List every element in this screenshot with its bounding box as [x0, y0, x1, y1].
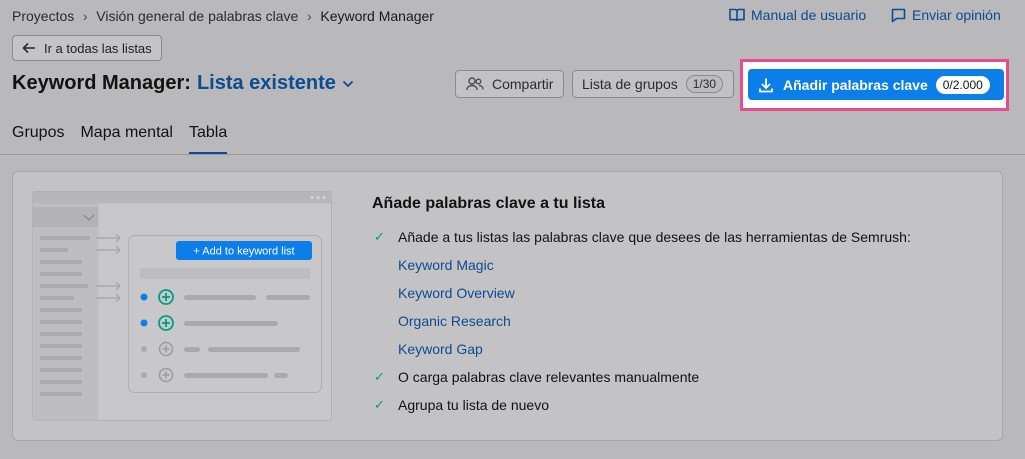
- regroup-text: Agrupa tu lista de nuevo: [398, 397, 549, 413]
- chevron-right-icon: ›: [307, 8, 312, 24]
- user-manual-link[interactable]: Manual de usuario: [729, 7, 866, 23]
- add-keywords-label: Añadir palabras clave: [783, 76, 928, 93]
- list-selector[interactable]: Lista existente: [197, 72, 336, 95]
- group-count-badge: 1/30: [685, 75, 724, 93]
- tab-groups[interactable]: Grupos: [12, 124, 64, 152]
- share-label: Compartir: [492, 76, 554, 92]
- breadcrumb-keyword-overview[interactable]: Visión general de palabras clave: [96, 8, 298, 24]
- chat-icon: [891, 8, 906, 22]
- page-title: Keyword Manager: Lista existente: [12, 72, 354, 95]
- group-list-button[interactable]: Lista de grupos 1/30: [572, 70, 734, 98]
- illustration-add-button-label: + Add to keyword list: [193, 246, 294, 258]
- breadcrumb-current: Keyword Manager: [320, 8, 434, 24]
- keyword-count-badge: 0/2.000: [935, 75, 990, 94]
- share-button[interactable]: Compartir: [455, 70, 564, 98]
- tab-table[interactable]: Tabla: [188, 124, 228, 155]
- empty-state-title: Añade palabras clave a tu lista: [372, 195, 605, 212]
- manual-item: ✓ O carga palabras clave relevantes manu…: [374, 369, 699, 385]
- intro-text: Añade a tus listas las palabras clave qu…: [398, 229, 911, 245]
- back-to-lists-button[interactable]: Ir a todas las listas: [12, 35, 162, 61]
- tab-mind-map[interactable]: Mapa mental: [80, 124, 173, 152]
- regroup-item: ✓ Agrupa tu lista de nuevo: [374, 397, 549, 413]
- add-keywords-button[interactable]: Añadir palabras clave 0/2.000: [748, 69, 1004, 100]
- back-button-label: Ir a todas las listas: [44, 40, 152, 56]
- tool-link-keyword-gap[interactable]: Keyword Gap: [398, 341, 483, 357]
- breadcrumb: Proyectos › Visión general de palabras c…: [12, 8, 434, 24]
- chevron-down-icon[interactable]: [342, 80, 354, 88]
- book-icon: [729, 8, 745, 22]
- manual-text: O carga palabras clave relevantes manual…: [398, 369, 700, 385]
- tool-link-keyword-overview[interactable]: Keyword Overview: [398, 285, 515, 301]
- arrow-left-icon: [22, 42, 35, 54]
- view-tabs: Grupos Mapa mental Tabla: [12, 124, 228, 155]
- intro-item: ✓ Añade a tus listas las palabras clave …: [374, 229, 911, 245]
- breadcrumb-projects[interactable]: Proyectos: [12, 8, 74, 24]
- check-icon: ✓: [374, 369, 385, 384]
- feedback-label: Enviar opinión: [912, 7, 1001, 23]
- user-manual-label: Manual de usuario: [751, 7, 867, 23]
- check-icon: ✓: [374, 397, 385, 412]
- tool-link-keyword-magic[interactable]: Keyword Magic: [398, 257, 494, 273]
- users-icon: [466, 77, 484, 91]
- tool-link-organic-research[interactable]: Organic Research: [398, 313, 511, 329]
- illustration-image: + Add to keyword list: [32, 191, 332, 421]
- group-list-label: Lista de grupos: [582, 76, 678, 92]
- download-icon: [759, 78, 773, 92]
- tabs-divider: [0, 154, 1025, 155]
- chevron-right-icon: ›: [82, 8, 88, 24]
- check-icon: ✓: [374, 229, 385, 244]
- feedback-link[interactable]: Enviar opinión: [891, 7, 1001, 23]
- page-title-text: Keyword Manager:: [12, 72, 191, 94]
